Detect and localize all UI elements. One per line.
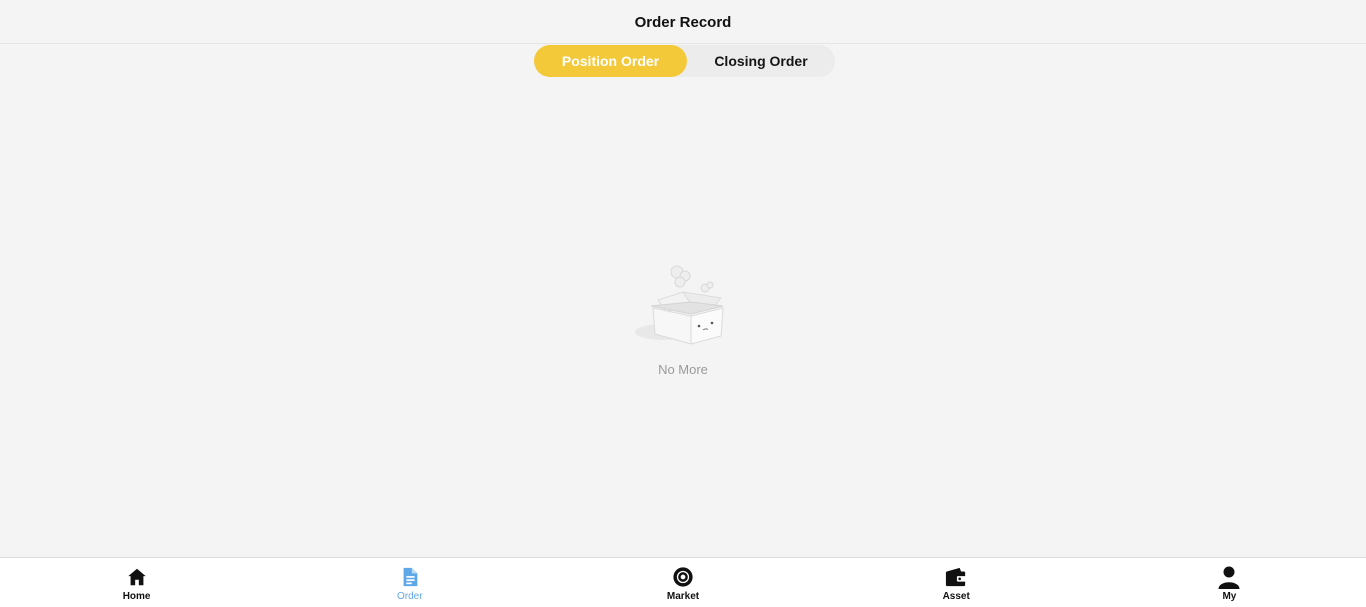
document-icon: [397, 564, 423, 590]
tab-position-order[interactable]: Position Order: [534, 45, 687, 77]
empty-state-text: No More: [658, 362, 708, 377]
nav-my[interactable]: My: [1093, 558, 1366, 607]
nav-market-label: Market: [666, 591, 700, 602]
nav-market[interactable]: Market: [546, 558, 819, 607]
tab-closing-order[interactable]: Closing Order: [687, 45, 835, 77]
nav-asset[interactable]: Asset: [820, 558, 1093, 607]
bottom-navigation: Home Order Market Asset My: [0, 557, 1366, 607]
empty-box-icon: [635, 265, 724, 345]
nav-order-label: Order: [397, 591, 423, 602]
home-icon: [124, 564, 150, 590]
header: Order Record: [0, 0, 1366, 44]
order-type-segment: Position Order Closing Order: [534, 45, 835, 77]
nav-my-label: My: [1222, 591, 1237, 602]
nav-home-label: Home: [122, 591, 151, 602]
nav-order[interactable]: Order: [273, 558, 546, 607]
nav-asset-label: Asset: [942, 591, 970, 602]
empty-state: No More: [583, 262, 783, 377]
page-title: Order Record: [634, 13, 732, 31]
wallet-icon: [943, 564, 969, 590]
app-root: Order Record Position Order Closing Orde…: [0, 0, 1366, 607]
user-icon: [1216, 564, 1242, 590]
nav-home[interactable]: Home: [0, 558, 273, 607]
market-icon: [670, 564, 696, 590]
